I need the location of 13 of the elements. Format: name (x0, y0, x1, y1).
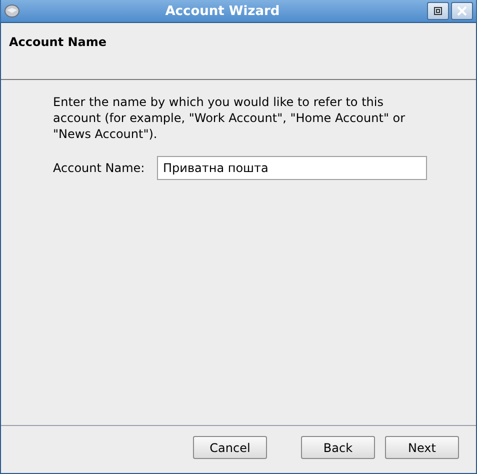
app-icon[interactable] (4, 4, 20, 18)
wizard-button[interactable]: Cancel (193, 436, 267, 459)
description-text: Enter the name by which you would like to refer to this account (for example, "Work Account", "Home Account" or "News Account"). (53, 94, 406, 142)
close-button[interactable] (451, 2, 473, 20)
wizard-button[interactable]: Next (385, 436, 459, 459)
close-icon (457, 6, 467, 16)
wizard-button[interactable]: Back (301, 436, 375, 459)
field-label: Account Name: (53, 161, 146, 175)
window-title: Account Wizard (164, 4, 281, 18)
page-heading: Account Name (9, 35, 108, 49)
maximize-button[interactable] (427, 2, 449, 20)
account-name-field[interactable]: Приватна пошта (157, 156, 427, 180)
maximize-icon (433, 6, 443, 16)
